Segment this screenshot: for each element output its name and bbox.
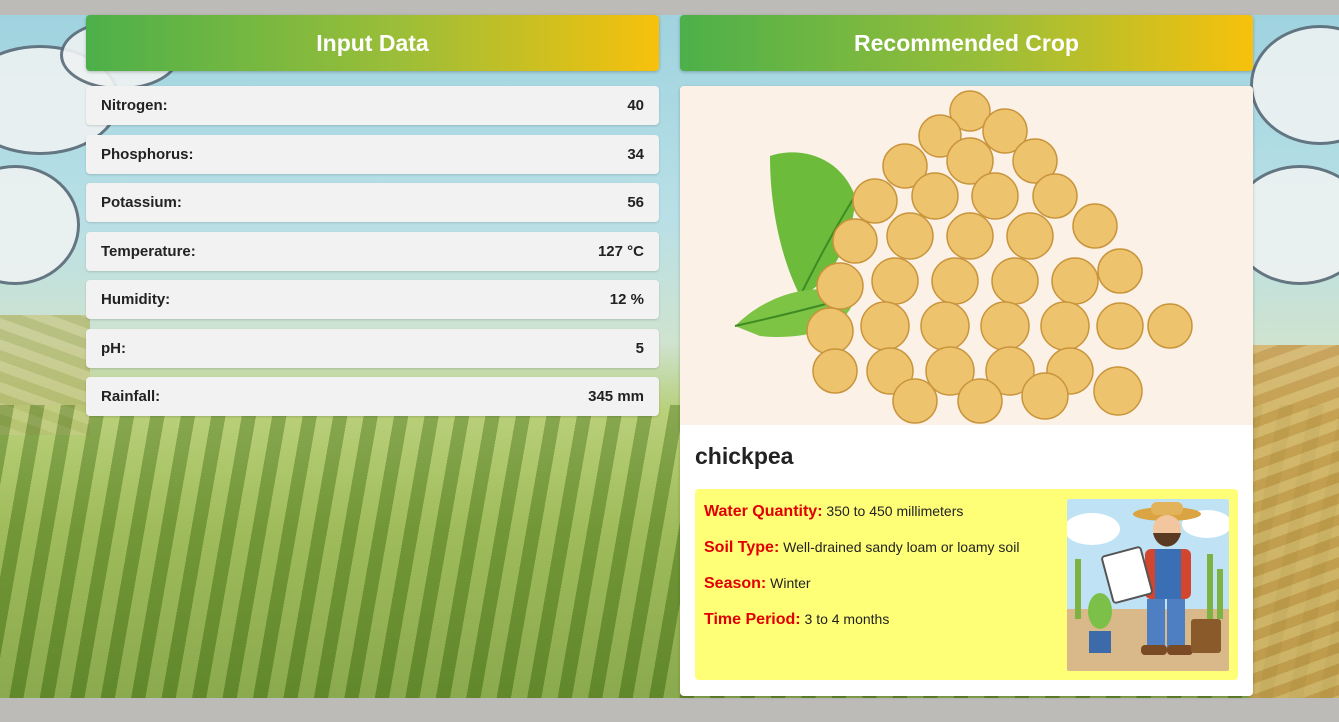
info-water-quantity: Water Quantity: 350 to 450 millimeters xyxy=(704,503,963,521)
input-row-humidity: Humidity: 12 % xyxy=(86,280,659,319)
info-key: Season: xyxy=(704,575,767,592)
input-value: 34 xyxy=(627,145,644,163)
info-time-period: Time Period: 3 to 4 months xyxy=(704,611,889,629)
info-season: Season: Winter xyxy=(704,575,811,593)
input-label: Nitrogen: xyxy=(101,97,168,114)
crop-info-box: Water Quantity: 350 to 450 millimeters S… xyxy=(695,489,1238,680)
info-key: Water Quantity: xyxy=(704,503,823,520)
info-value: 350 to 450 millimeters xyxy=(826,503,964,519)
input-value: 12 % xyxy=(609,291,644,308)
input-row-ph: pH: 5 xyxy=(86,328,659,368)
input-row-potassium: Potassium: 56 xyxy=(86,183,659,222)
input-label: Temperature: xyxy=(101,242,196,260)
input-label: Potassium: xyxy=(101,194,182,211)
recommended-crop-header: Recommended Crop xyxy=(680,15,1253,71)
info-value: Well-drained sandy loam or loamy soil xyxy=(783,539,1020,555)
input-value: 40 xyxy=(627,97,644,114)
info-key: Soil Type: xyxy=(704,539,780,556)
input-value: 56 xyxy=(627,194,644,211)
input-value: 127 °C xyxy=(597,242,644,260)
input-row-nitrogen: Nitrogen: 40 xyxy=(86,86,659,125)
info-key: Time Period: xyxy=(704,611,801,628)
input-data-header: Input Data xyxy=(86,15,659,71)
input-label: pH: xyxy=(101,339,126,357)
info-value: 3 to 4 months xyxy=(804,611,890,627)
recommendation-panel: Recommended Crop chickpea Water Quantity… xyxy=(680,15,1253,696)
input-row-phosphorus: Phosphorus: 34 xyxy=(86,134,659,174)
input-row-rainfall: Rainfall: 345 mm xyxy=(86,377,659,416)
input-label: Phosphorus: xyxy=(101,145,194,163)
input-label: Rainfall: xyxy=(101,388,161,405)
info-soil-type: Soil Type: Well-drained sandy loam or lo… xyxy=(704,539,1019,557)
info-value: Winter xyxy=(770,575,811,591)
chickpea-image xyxy=(680,86,1253,425)
input-value: 5 xyxy=(635,339,644,357)
crop-card: chickpea Water Quantity: 350 to 450 mill… xyxy=(680,86,1253,696)
input-data-list: Nitrogen: 40 Phosphorus: 34 Potassium: 5… xyxy=(86,86,659,416)
input-data-panel: Input Data Nitrogen: 40 Phosphorus: 34 P… xyxy=(86,15,659,426)
input-value: 345 mm xyxy=(588,388,644,405)
input-label: Humidity: xyxy=(101,291,171,308)
farmer-illustration xyxy=(1067,499,1229,671)
input-row-temperature: Temperature: 127 °C xyxy=(86,231,659,271)
crop-name: chickpea xyxy=(695,443,794,469)
